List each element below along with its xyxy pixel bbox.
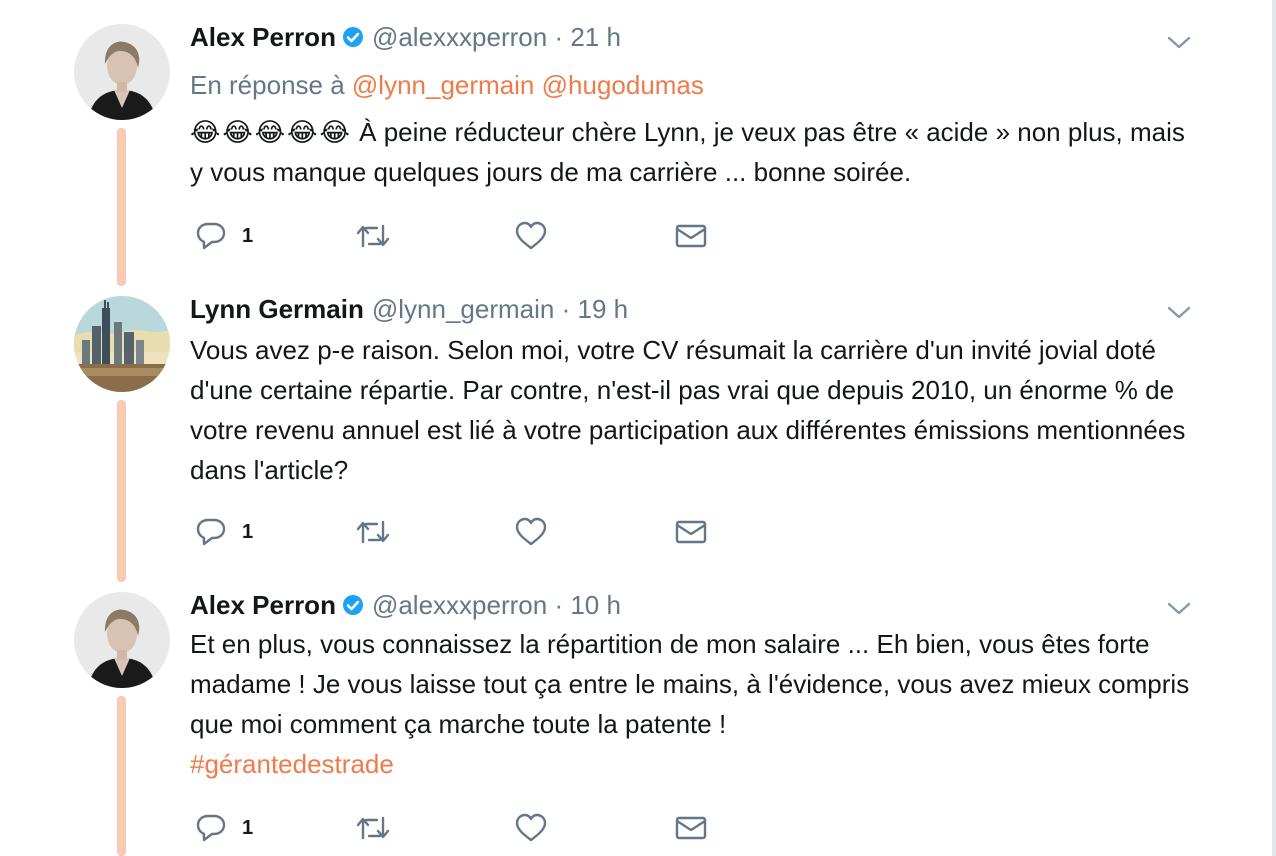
reply-count: 1 [242, 520, 254, 543]
direct-message-button[interactable] [674, 512, 708, 552]
timeline-right-border [1272, 0, 1276, 856]
tweet-header: Alex Perron @alexxxperron · 21 h [190, 22, 621, 54]
heart-icon [515, 517, 547, 546]
tweet-text: 😂😂😂😂😂 À peine réducteur chère Lynn, je v… [190, 112, 1190, 192]
tweet[interactable]: Lynn Germain @lynn_germain · 19 h Vous av… [0, 290, 1270, 586]
retweet-button[interactable] [354, 216, 392, 256]
tweet-header: Alex Perron @alexxxperron · 10 h [190, 590, 621, 622]
tweet-actions: 1 [190, 808, 730, 848]
avatar[interactable] [74, 24, 170, 120]
tweet-header: Lynn Germain @lynn_germain · 19 h [190, 294, 628, 324]
like-button[interactable] [514, 808, 548, 848]
chevron-down-icon[interactable] [1164, 32, 1194, 52]
author-handle[interactable]: @alexxxperron [372, 22, 547, 52]
verified-badge-icon [342, 24, 364, 54]
chevron-down-icon[interactable] [1164, 598, 1194, 618]
tweet-text: Vous avez p-e raison. Selon moi, votre C… [190, 335, 1186, 485]
tweet[interactable]: Alex Perron @alexxxperron · 21 h En répon… [0, 0, 1270, 290]
envelope-icon [675, 520, 707, 544]
person-portrait-avatar-icon [74, 24, 170, 120]
author-name[interactable]: Alex Perron [190, 590, 336, 620]
reply-icon [196, 222, 226, 250]
tweet[interactable]: Alex Perron @alexxxperron · 10 h Et en pl… [0, 586, 1270, 856]
reply-prefix: En réponse à [190, 70, 345, 100]
reply-context: En réponse à @lynn_germain @hugodumas [190, 70, 704, 101]
author-name[interactable]: Alex Perron [190, 22, 336, 52]
like-button[interactable] [514, 512, 548, 552]
separator-dot: · [554, 590, 564, 620]
heart-icon [515, 221, 547, 250]
reply-icon [196, 814, 226, 842]
like-button[interactable] [514, 216, 548, 256]
reply-count: 1 [242, 224, 254, 247]
person-portrait-avatar-icon [74, 592, 170, 688]
reply-button[interactable]: 1 [194, 808, 253, 848]
avatar[interactable] [74, 592, 170, 688]
hashtag-link[interactable]: #gérantedestrade [190, 749, 394, 779]
reply-icon [196, 518, 226, 546]
author-handle[interactable]: @alexxxperron [372, 590, 547, 620]
direct-message-button[interactable] [674, 808, 708, 848]
reply-button[interactable]: 1 [194, 512, 253, 552]
mention-link[interactable]: @hugodumas [542, 70, 704, 100]
tweet-actions: 1 [190, 216, 730, 256]
retweet-button[interactable] [354, 808, 392, 848]
emoji-laughing: 😂😂😂😂😂 [190, 117, 352, 147]
retweet-button[interactable] [354, 512, 392, 552]
reply-button[interactable]: 1 [194, 216, 253, 256]
heart-icon [515, 813, 547, 842]
separator-dot: · [554, 22, 564, 52]
author-name[interactable]: Lynn Germain [190, 294, 364, 324]
author-handle[interactable]: @lynn_germain [372, 294, 554, 324]
mention-link[interactable]: @lynn_germain [352, 70, 534, 100]
timestamp[interactable]: 10 h [570, 590, 621, 620]
tweet-text-content: Et en plus, vous connaissez la répartiti… [190, 629, 1190, 739]
direct-message-button[interactable] [674, 216, 708, 256]
tweet-text: Et en plus, vous connaissez la répartiti… [190, 624, 1190, 784]
verified-badge-icon [342, 592, 364, 622]
separator-dot: · [561, 294, 571, 324]
retweet-icon [356, 520, 390, 544]
city-skyline-avatar-icon [74, 296, 170, 392]
retweet-icon [356, 224, 390, 248]
retweet-icon [356, 816, 390, 840]
reply-count: 1 [242, 816, 254, 839]
chevron-down-icon[interactable] [1164, 302, 1194, 322]
envelope-icon [675, 816, 707, 840]
avatar[interactable] [74, 296, 170, 392]
timestamp[interactable]: 21 h [570, 22, 621, 52]
tweet-actions: 1 [190, 512, 730, 552]
timestamp[interactable]: 19 h [577, 294, 628, 324]
envelope-icon [675, 224, 707, 248]
